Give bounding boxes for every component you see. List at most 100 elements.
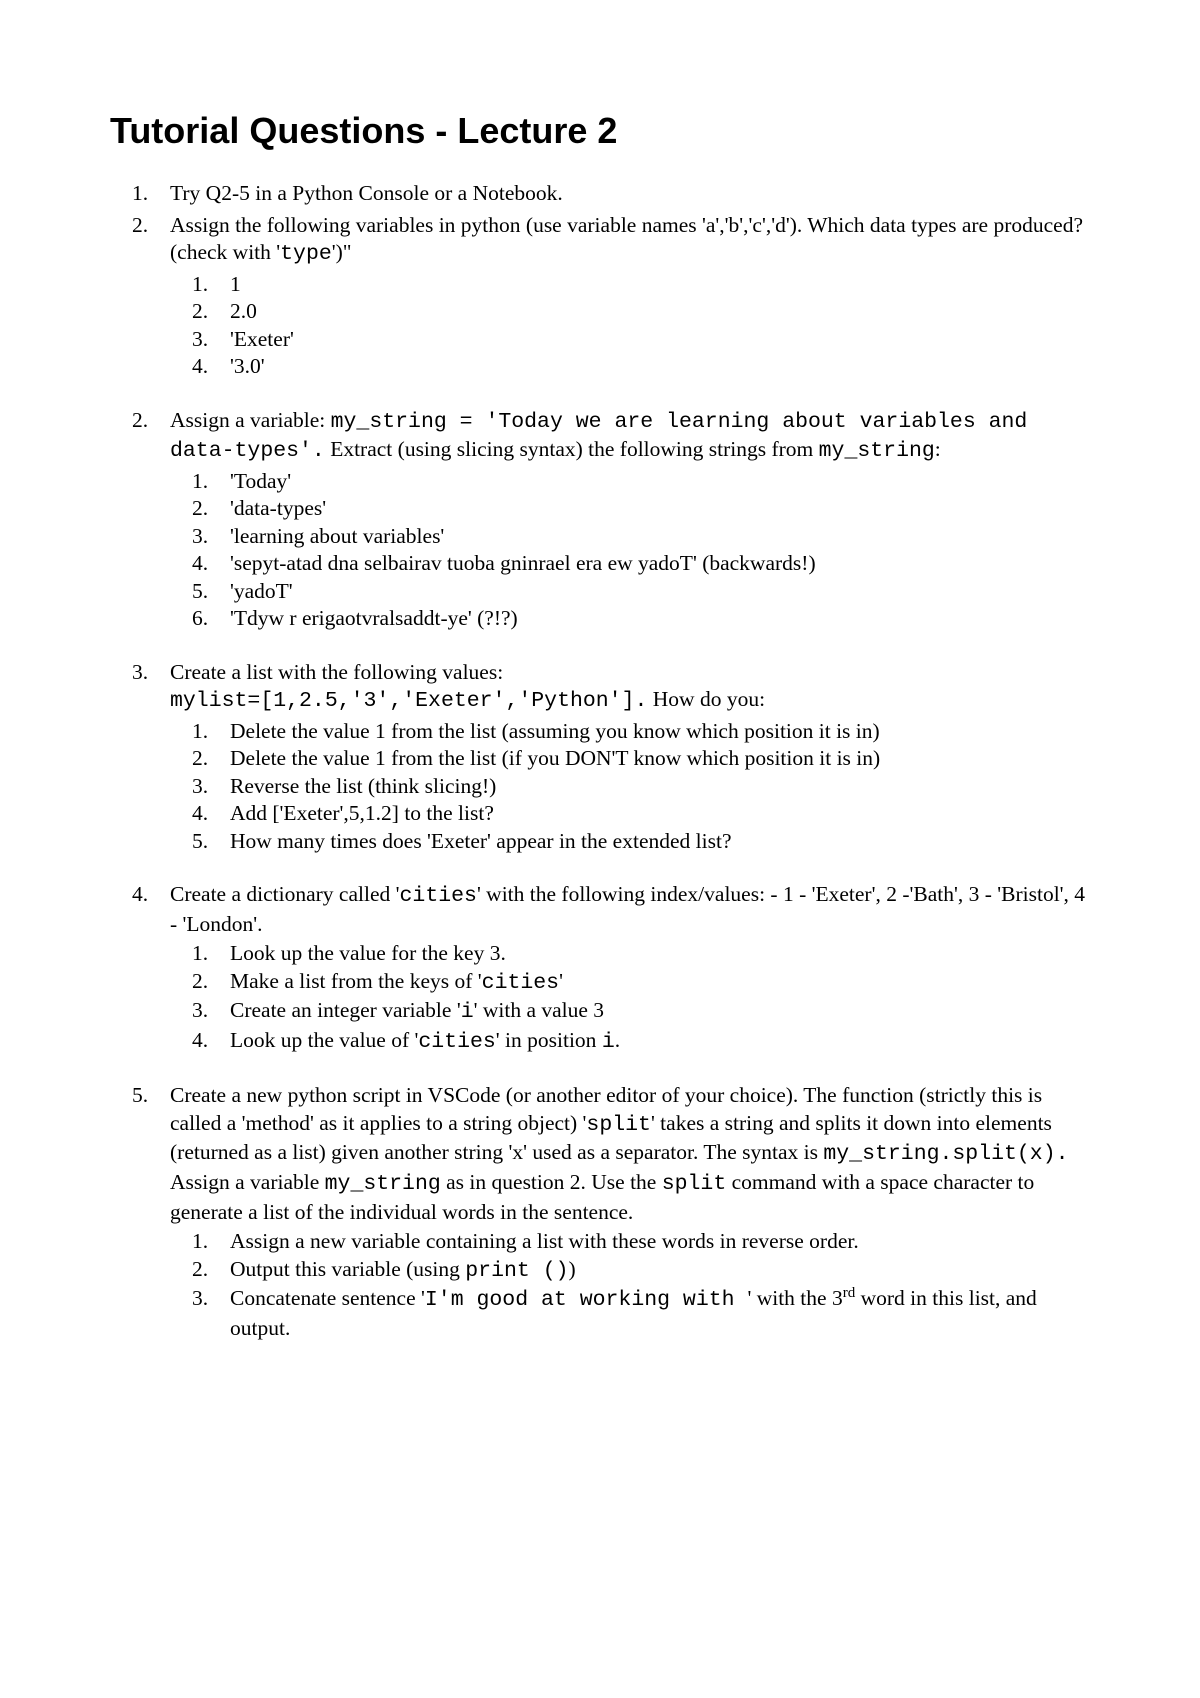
list-number: 4.: [192, 353, 208, 381]
question-text: as in question 2. Use the: [441, 1170, 662, 1194]
code-inline: my_string.split(x).: [823, 1142, 1068, 1166]
question-text: :: [935, 437, 941, 461]
list-item: 6. 'Tdyw r erigaotvralsaddt-ye' (?!?): [170, 605, 1090, 633]
list-item: 2.Output this variable (using print ()): [170, 1256, 1090, 1286]
item-text: 1: [230, 272, 241, 296]
item-text: Make a list from the keys of ': [230, 969, 482, 993]
item-text: Look up the value for the key 3.: [230, 941, 506, 965]
list-number: 2.: [132, 407, 148, 435]
list-item: 1.Delete the value 1 from the list (assu…: [170, 718, 1090, 746]
list-number: 4.: [192, 1027, 208, 1055]
list-number: 2.: [192, 1256, 208, 1284]
list-number: 2.: [192, 495, 208, 523]
question-4: 4. Create a dictionary called 'cities' w…: [110, 881, 1090, 1056]
document-page: Tutorial Questions - Lecture 2 1. Try Q2…: [0, 0, 1200, 1342]
sub-list: 1. Look up the value for the key 3. 2. Mak…: [170, 940, 1090, 1056]
question-1: 1. Try Q2-5 in a Python Console or a Not…: [110, 180, 1090, 208]
question-text: Assign a variable: [170, 1170, 325, 1194]
list-item: 2.Delete the value 1 from the list (if y…: [170, 745, 1090, 773]
question-text: ')": [332, 240, 352, 264]
list-number: 3.: [192, 326, 208, 354]
question-2a: 2. Assign the following variables in pyt…: [110, 212, 1090, 381]
list-number: 3.: [192, 773, 208, 801]
code-inline: my_string: [819, 439, 935, 463]
sub-list: 1.Delete the value 1 from the list (assu…: [170, 718, 1090, 856]
item-text: Delete the value 1 from the list (if you…: [230, 746, 880, 770]
item-text: Concatenate sentence ': [230, 1286, 425, 1310]
list-item: 5. 'yadoT': [170, 578, 1090, 606]
item-text: Reverse the list (think slicing!): [230, 774, 496, 798]
code-inline: mylist=[1,2.5,'3','Exeter','Python'].: [170, 689, 647, 713]
item-text: ' in position: [496, 1028, 602, 1052]
list-item: 1. 'Today': [170, 468, 1090, 496]
item-text: Look up the value of ': [230, 1028, 418, 1052]
sub-list: 1. 'Today' 2. 'data-types' 3. 'learning abo…: [170, 468, 1090, 633]
code-inline: my_string: [325, 1172, 441, 1196]
list-number: 5.: [132, 1082, 148, 1110]
list-number: 4.: [192, 800, 208, 828]
list-item: 2. 2.0: [170, 298, 1090, 326]
question-text: Assign a variable:: [170, 408, 331, 432]
item-text: Assign a new variable containing a list …: [230, 1229, 859, 1253]
item-text: Create an integer variable ': [230, 998, 461, 1022]
list-number: 2.: [192, 968, 208, 996]
code-inline: split: [662, 1172, 727, 1196]
item-text: ': [559, 969, 563, 993]
list-item: 3.Create an integer variable 'i' with a …: [170, 997, 1090, 1027]
sub-list: 1.1 2.2.0 3.'Exeter' 4.'3.0': [170, 271, 1090, 381]
list-number: 1.: [192, 271, 208, 299]
list-item: 4.'sepyt-atad dna selbairav tuoba gninra…: [170, 550, 1090, 578]
list-number: 3.: [192, 523, 208, 551]
code-inline: i: [602, 1030, 615, 1054]
code-inline: cities: [400, 884, 477, 908]
list-item: 1. Assign a new variable containing a lis…: [170, 1228, 1090, 1256]
item-text: 'Tdyw r erigaotvralsaddt-ye' (?!?): [230, 606, 518, 630]
item-text: .: [615, 1028, 620, 1052]
list-item: 1.1: [170, 271, 1090, 299]
question-text: Create a dictionary called ': [170, 882, 400, 906]
question-text: Try Q2-5 in a Python Console or a Notebo…: [170, 181, 563, 205]
question-5: 5. Create a new python script in VSCode …: [110, 1082, 1090, 1342]
list-number: 3.: [192, 1285, 208, 1313]
list-number: 4.: [192, 550, 208, 578]
list-item: 3. Concatenate sentence 'I'm good at work…: [170, 1285, 1090, 1342]
list-item: 4. Look up the value of 'cities' in posit…: [170, 1027, 1090, 1057]
list-number: 1.: [192, 940, 208, 968]
item-text: 'data-types': [230, 496, 326, 520]
code-inline: I'm good at working with: [425, 1288, 748, 1312]
list-item: 4. Add ['Exeter',5,1.2] to the list?: [170, 800, 1090, 828]
question-3: 3. Create a list with the following valu…: [110, 659, 1090, 856]
list-number: 1.: [192, 1228, 208, 1256]
question-text: How do you:: [647, 687, 765, 711]
item-text: Add ['Exeter',5,1.2] to the list?: [230, 801, 494, 825]
list-number: 2.: [192, 298, 208, 326]
item-text: 'yadoT': [230, 579, 293, 603]
list-number: 5.: [192, 828, 208, 856]
code-inline: cities: [418, 1030, 495, 1054]
list-number: 6.: [192, 605, 208, 633]
list-number: 4.: [132, 881, 148, 909]
question-text: Extract (using slicing syntax) the follo…: [325, 437, 819, 461]
code-inline: type: [280, 242, 332, 266]
code-inline: print (): [465, 1259, 568, 1283]
list-item: 5. How many times does 'Exeter' appear in…: [170, 828, 1090, 856]
list-number: 5.: [192, 578, 208, 606]
list-item: 4.'3.0': [170, 353, 1090, 381]
item-text: ' with the 3: [747, 1286, 842, 1310]
sub-list: 1. Assign a new variable containing a lis…: [170, 1228, 1090, 1342]
list-number: 1.: [192, 468, 208, 496]
item-text: How many times does 'Exeter' appear in t…: [230, 829, 732, 853]
code-inline: cities: [482, 971, 559, 995]
list-number: 3.: [132, 659, 148, 687]
list-item: 3. 'learning about variables': [170, 523, 1090, 551]
item-text: Output this variable (using: [230, 1257, 465, 1281]
item-text: Delete the value 1 from the list (assumi…: [230, 719, 880, 743]
item-text: 'learning about variables': [230, 524, 444, 548]
item-text: 2.0: [230, 299, 257, 323]
code-inline: split: [586, 1113, 651, 1137]
code-inline: i: [461, 1000, 474, 1024]
list-item: 2. 'data-types': [170, 495, 1090, 523]
item-text: 'Today': [230, 469, 291, 493]
list-item: 2. Make a list from the keys of 'cities': [170, 968, 1090, 998]
list-item: 3.'Exeter': [170, 326, 1090, 354]
